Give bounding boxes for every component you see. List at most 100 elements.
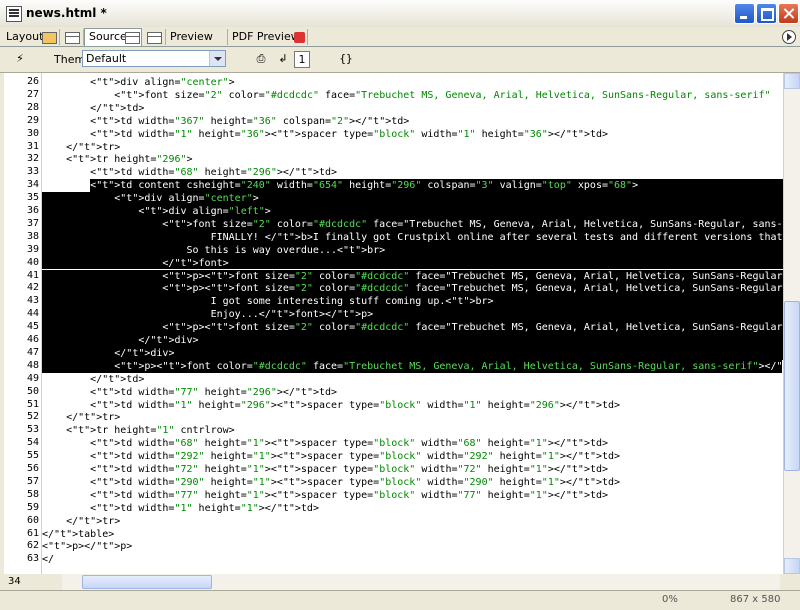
line-number: 30 [26, 127, 39, 139]
tab-preview[interactable]: Preview [166, 29, 228, 45]
code-line[interactable]: <"t">p><"t">font size="2" color="#dcdcdc… [42, 282, 783, 295]
line-number: 32 [26, 153, 39, 165]
scroll-down-button[interactable] [784, 558, 800, 574]
line-number: 61 [26, 527, 39, 539]
play-icon[interactable] [782, 30, 796, 44]
horizontal-bar: 34 [0, 574, 800, 590]
line-number: 27 [26, 88, 39, 100]
window-title: news.html * [26, 6, 107, 20]
code-line[interactable]: </"t">tr> [42, 515, 783, 528]
code-line[interactable]: </"t">div> [42, 334, 783, 347]
code-line[interactable]: </"t">td> [42, 373, 783, 386]
line-number: 56 [26, 463, 39, 474]
code-line[interactable]: <"t">td width="1" height="1"></"t">td> [42, 502, 783, 515]
code-line[interactable]: <"t">td width="1" height="296"><"t">spac… [42, 399, 783, 412]
code-line[interactable]: <"t">tr height="296"> [42, 153, 783, 166]
tab-source[interactable]: Source [84, 28, 142, 46]
code-line[interactable]: <"t">td width="367" height="36" colspan=… [42, 115, 783, 128]
tab-split-preview[interactable] [142, 29, 166, 45]
code-line[interactable]: <"t">td width="77" height="296"></"t">td… [42, 386, 783, 399]
code-line[interactable]: I got some interesting stuff coming up.<… [42, 295, 783, 308]
line-number: 46 [26, 334, 39, 345]
code-line[interactable]: So this is way overdue...<"t">br> [42, 244, 783, 257]
line-numbers-toggle[interactable]: 1 [294, 51, 310, 68]
code-area[interactable]: <"t">div align="center"> <"t">font size=… [42, 73, 783, 574]
line-number: 40 [26, 256, 39, 268]
layout-icon [42, 32, 57, 44]
vertical-scroll-thumb[interactable] [784, 301, 800, 471]
code-line[interactable]: </"t">tr> [42, 141, 783, 154]
code-line[interactable]: <"t">td content csheight="240" width="65… [42, 179, 783, 192]
line-number: 50 [26, 385, 39, 397]
code-line[interactable]: <"t">td width="72" height="1"><"t">space… [42, 463, 783, 476]
line-number: 57 [26, 475, 39, 487]
horizontal-scrollbar[interactable] [62, 574, 780, 590]
code-line[interactable]: <"t">td width="77" height="1"><"t">space… [42, 489, 783, 502]
code-editor[interactable]: 26 27 28 29 30 31 32 33 34 35 36 37 38 39 40 41 42 43 44 45… [4, 73, 783, 574]
code-line[interactable]: <"t">td width="292" height="1"><"t">spac… [42, 450, 783, 463]
status-bar: 0% 867 x 580 [0, 590, 800, 610]
line-number: 52 [26, 411, 39, 423]
document-icon [6, 6, 22, 22]
line-number: 26 [26, 76, 39, 87]
code-line[interactable]: <"t">p></"t">p> [42, 540, 783, 553]
vertical-scrollbar[interactable] [783, 73, 800, 574]
tab-split[interactable] [60, 29, 84, 45]
line-number-gutter: 26 27 28 29 30 31 32 33 34 35 36 37 38 39 40 41 42 43 44 45… [4, 73, 42, 574]
zoom-level: 0% [662, 594, 678, 605]
code-line[interactable]: <"t">td width="68" height="296"></"t">td… [42, 166, 783, 179]
code-line[interactable]: <"t">td width="68" height="1"><"t">space… [42, 437, 783, 450]
braces-button[interactable]: {} [336, 51, 356, 66]
view-tabs: Layout Source Preview PDF Preview [0, 27, 800, 47]
line-number: 47 [26, 346, 39, 358]
line-number: 36 [26, 205, 39, 216]
minimize-button[interactable] [734, 3, 755, 24]
code-line[interactable]: <"t">p><"t">font size="2" color="#dcdcdc… [42, 321, 783, 334]
current-line-indicator: 34 [8, 576, 21, 587]
chevron-down-icon [209, 51, 225, 66]
line-number: 58 [26, 488, 39, 500]
line-number: 63 [26, 553, 39, 565]
code-line[interactable]: Enjoy...</"t">font></"t">p> [42, 308, 783, 321]
tab-layout[interactable]: Layout [2, 29, 60, 45]
line-number: 31 [26, 140, 39, 152]
split-preview-icon [147, 32, 162, 44]
code-line[interactable]: <"t">td width="1" height="36"><"t">space… [42, 128, 783, 141]
close-button[interactable] [778, 3, 799, 24]
code-line[interactable]: <"t">div align="center"> [42, 192, 783, 205]
scroll-up-button[interactable] [784, 73, 800, 89]
code-line[interactable]: </"t">font> [42, 257, 783, 270]
code-line[interactable]: <"t">font size="2" color="#dcdcdc" face=… [42, 218, 783, 231]
wrap-icon[interactable]: ↲ [276, 51, 290, 66]
print-icon[interactable]: ⎙ [252, 51, 270, 66]
code-line[interactable]: <"t">div align="center"> [42, 76, 783, 89]
code-line[interactable]: <"t">p><"t">font size="2" color="#dcdcdc… [42, 270, 783, 283]
code-line[interactable]: </"t">td> [42, 102, 783, 115]
line-number: 44 [26, 308, 39, 320]
code-line[interactable]: <"t">div align="left"> [42, 205, 783, 218]
line-number: 28 [26, 101, 39, 113]
line-number: 48 [26, 359, 39, 371]
title-bar: news.html * [0, 0, 800, 28]
maximize-button[interactable] [756, 3, 777, 24]
code-line[interactable]: </"t">div> [42, 347, 783, 360]
code-line[interactable]: <"t">tr height="1" cntrlrow> [42, 424, 783, 437]
line-number: 37 [26, 217, 39, 229]
code-line[interactable]: </ [42, 553, 783, 566]
line-number: 35 [26, 192, 39, 204]
source-icon [125, 32, 140, 44]
code-line[interactable]: <"t">font size="2" color="#dcdcdc" face=… [42, 89, 783, 102]
code-line[interactable]: </"t">table> [42, 528, 783, 541]
theme-select[interactable]: Default [82, 50, 226, 67]
code-line[interactable]: FINALLY! </"t">b>I finally got Crustpixl… [42, 231, 783, 244]
code-line[interactable]: <"t">td width="290" height="1"><"t">spac… [42, 476, 783, 489]
lightning-icon[interactable]: ⚡ [12, 51, 28, 66]
horizontal-scroll-thumb[interactable] [82, 575, 212, 589]
code-line[interactable]: </"t">tr> [42, 411, 783, 424]
code-line[interactable]: <"t">p><"t">font color="#dcdcdc" face="T… [42, 360, 783, 373]
line-number: 62 [26, 540, 39, 552]
line-number: 55 [26, 450, 39, 462]
line-number: 41 [26, 269, 39, 281]
line-number: 51 [26, 398, 39, 410]
tab-pdf-preview[interactable]: PDF Preview [228, 29, 308, 45]
